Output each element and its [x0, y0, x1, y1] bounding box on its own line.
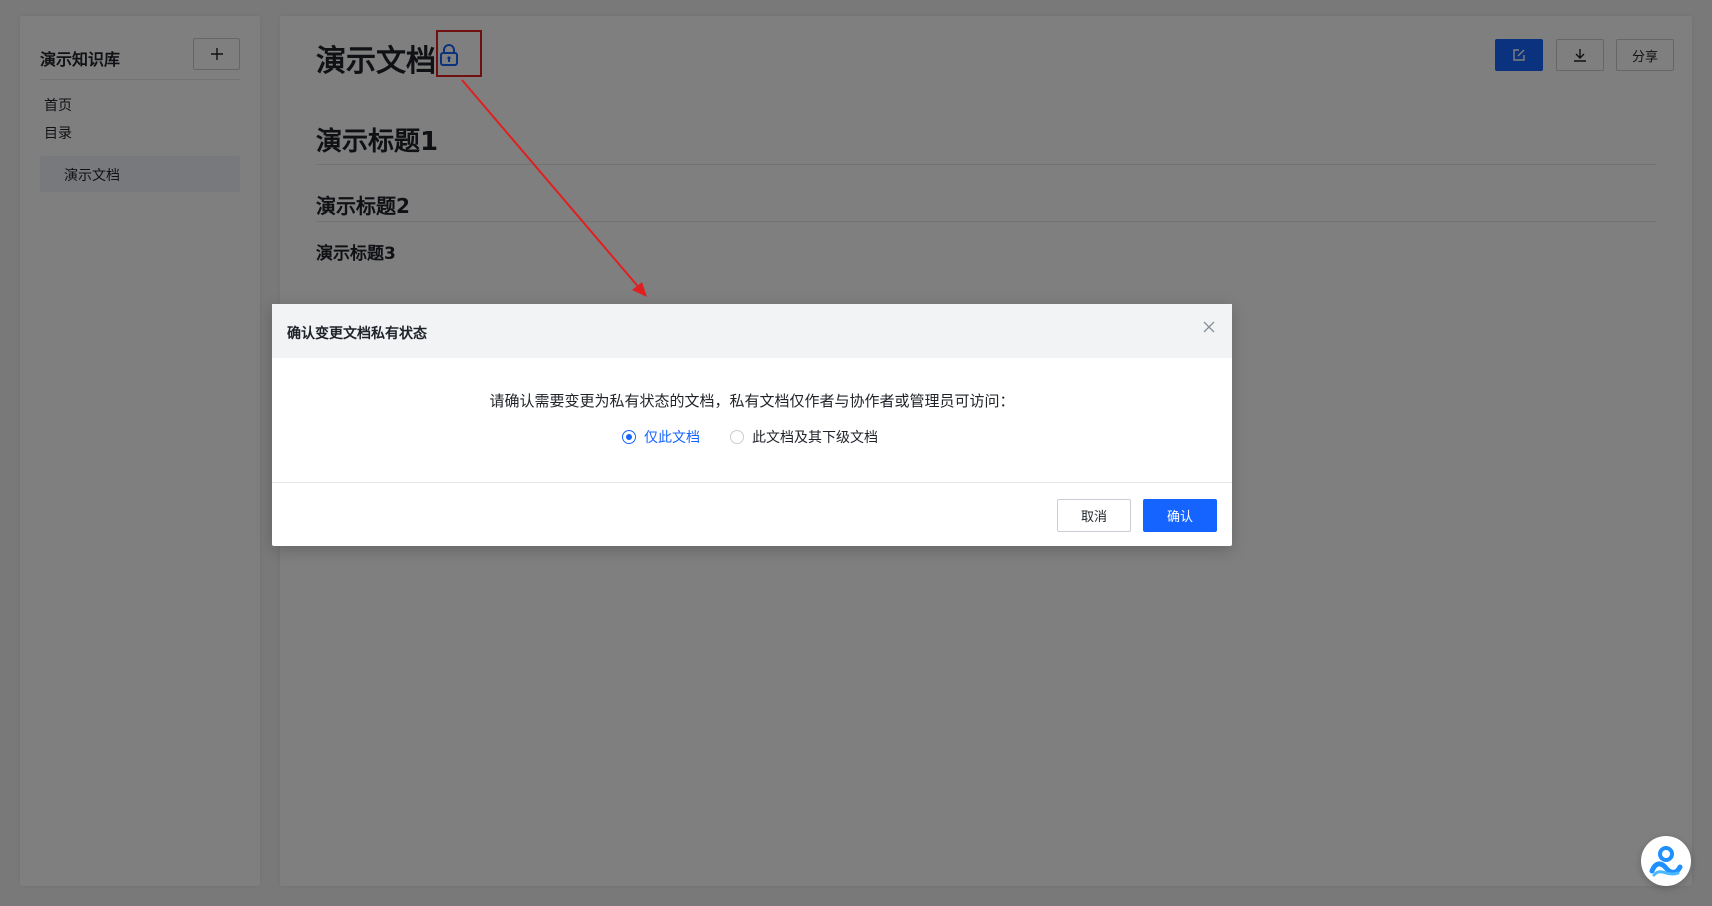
- assistant-button[interactable]: [1641, 836, 1691, 886]
- dialog-header: 确认变更文档私有状态: [272, 304, 1232, 358]
- close-icon: [1203, 321, 1215, 333]
- close-button[interactable]: [1200, 318, 1218, 336]
- scope-radio-group: 仅此文档 此文档及其下级文档: [622, 426, 908, 448]
- radio-doc-and-children[interactable]: 此文档及其下级文档: [730, 427, 878, 447]
- radio-label: 仅此文档: [644, 430, 700, 446]
- radio-checked-icon: [622, 430, 636, 444]
- app: 演示知识库 首页 目录 演示文档 演示文档: [0, 0, 1712, 906]
- radio-this-doc-only[interactable]: 仅此文档: [622, 427, 700, 447]
- privacy-dialog: 确认变更文档私有状态 请确认需要变更为私有状态的文档，私有文档仅作者与协作者或管…: [272, 304, 1232, 546]
- radio-unchecked-icon: [730, 430, 744, 444]
- dialog-title: 确认变更文档私有状态: [287, 326, 427, 342]
- cancel-button[interactable]: 取消: [1057, 499, 1131, 532]
- dialog-message: 请确认需要变更为私有状态的文档，私有文档仅作者与协作者或管理员可访问：: [489, 392, 1015, 410]
- confirm-button[interactable]: 确认: [1143, 499, 1217, 532]
- assistant-icon: [1649, 846, 1683, 877]
- radio-label: 此文档及其下级文档: [752, 430, 878, 446]
- dialog-divider: [272, 482, 1232, 483]
